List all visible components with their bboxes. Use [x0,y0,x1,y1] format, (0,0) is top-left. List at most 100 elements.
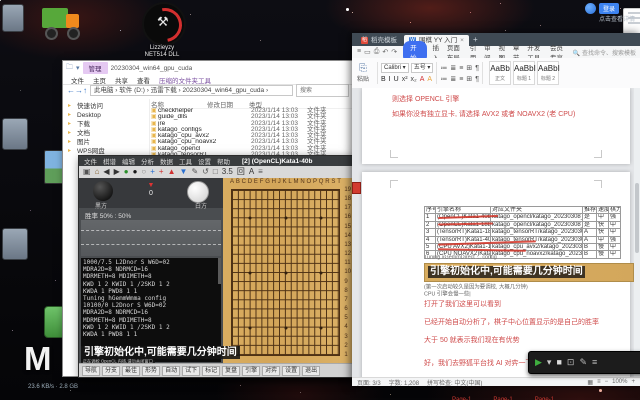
column-header[interactable]: 修改日期 [207,99,249,109]
go-bottom-button[interactable]: 标记 [202,365,221,376]
console-scrollbar[interactable] [218,258,221,284]
go-board[interactable]: ABCDEFGHJKLMNOPQRST 19 18 17 16 15 14 13 12 11 10… [223,178,353,364]
next-move-icon[interactable]: ▶ [114,168,120,176]
explorer-menu-item[interactable]: 查看 [137,75,150,85]
sidebar-item[interactable]: ▸ 图片 [63,138,149,147]
find-command-hint[interactable]: 🔍 查找命令、搜索模板 [573,48,636,57]
go-menu-item[interactable]: 数据 [160,156,173,166]
komi-icon[interactable]: 3.5 [222,168,233,176]
sidebar-item[interactable]: ▸ 快速访问 [63,102,149,111]
borders-icon[interactable]: ⊞ [466,64,472,73]
record-stop-button[interactable]: ■ [556,358,561,367]
up-red-icon[interactable]: ▲ [168,168,176,176]
document-scrollbar[interactable] [634,88,640,378]
up-icon[interactable]: ↑ [83,86,87,95]
style-item[interactable]: AaBbI 标题 1 [513,61,536,85]
back-icon[interactable]: ← [67,86,75,95]
search-input[interactable] [296,84,349,97]
explorer-menu-item[interactable]: 主页 [93,75,106,85]
go-bottom-button[interactable]: 形势 [142,365,161,376]
quick-access-toolbar-icon[interactable]: ▾ [76,64,80,72]
subscript-button[interactable]: x₂ [411,75,417,84]
record-menu-button[interactable]: ≡ [592,358,597,367]
go-menu-item[interactable]: 文件 [84,156,97,166]
go-menu-item[interactable]: 设置 [198,156,211,166]
view-mode-icon[interactable]: ▦ [587,379,593,386]
paragraph-mark-icon[interactable]: ¶ [475,64,479,73]
highlight-button[interactable]: A [427,75,432,84]
desktop-icon-lizzieyzy[interactable]: ⚒ [141,1,189,49]
go-bottom-button[interactable]: 设置 [282,365,301,376]
add-red-icon[interactable]: + [159,168,164,176]
home-icon[interactable]: ⌂ [95,168,100,176]
paste-button[interactable]: ⎘ 粘贴 [352,63,374,83]
go-menu-item[interactable]: 棋谱 [103,156,116,166]
desktop-icon-partial[interactable] [2,4,24,32]
record-play-button[interactable]: ▶ [535,358,542,367]
paragraph-mark-icon[interactable]: ¶ [475,75,479,84]
winrate-graph[interactable] [81,220,221,256]
print-icon[interactable]: ⎙ [374,48,380,56]
sidebar-item[interactable]: ▸ 下载 [63,120,149,129]
font-color-button[interactable]: A [420,75,425,84]
go-bottom-button[interactable]: 试下 [182,365,201,376]
font-name-select[interactable]: Calibri ▾ [381,62,409,73]
numbered-list-icon[interactable]: ≣ [450,64,456,73]
record-dropdown-button[interactable]: ▾ [547,358,552,367]
numbered-list-icon[interactable]: ≣ [450,75,456,84]
letter-icon[interactable]: A [249,168,254,176]
explorer-titlebar[interactable]: 🗀 ▾ 管理 20230304_win64_gpu_cuda [63,61,353,75]
board-grid[interactable] [231,189,340,356]
desktop-icon-3[interactable] [2,228,28,260]
doc-tab-templates[interactable]: 稻 稻壳模板 [356,35,402,46]
edit-icon[interactable]: ✎ [191,168,198,176]
undo-icon[interactable]: ↺ [202,168,209,176]
app-menu-icon[interactable]: ≡ [357,48,361,56]
underline-button[interactable]: U [394,75,399,84]
align-left-icon[interactable]: ≡ [459,75,463,84]
zoom-out-icon[interactable]: − [605,379,609,385]
contextual-tab-manage[interactable]: 管理 [82,62,108,74]
go-bottom-button[interactable]: 对弈 [262,365,281,376]
column-header[interactable]: 名称 [151,99,207,109]
go-bottom-button[interactable]: 引擎 [242,365,261,376]
bullet-list-icon[interactable]: ≔ [440,75,447,84]
forward-icon[interactable]: → [75,86,83,95]
prev-move-icon[interactable]: ◀ [103,168,109,176]
go-bottom-button[interactable]: 自动 [162,365,181,376]
down-blue-icon[interactable]: ▼ [180,168,188,176]
bullet-list-icon[interactable]: ≔ [440,64,447,73]
capture-area-button[interactable]: ⊡ [567,358,575,367]
go-menu-item[interactable]: 编辑 [122,156,135,166]
go-bottom-button[interactable]: 复盘 [222,365,241,376]
menu-icon[interactable]: ≡ [258,168,263,176]
black-stone-icon[interactable]: ● [133,168,138,176]
borders-icon[interactable]: ⊞ [466,75,472,84]
style-item[interactable]: AaBb 正文 [489,61,512,85]
scrollbar-thumb[interactable] [635,183,639,253]
desktop-icon-2[interactable] [2,118,28,150]
sidebar-item[interactable]: ▸ 文档 [63,129,149,138]
align-left-icon[interactable]: ≡ [459,64,463,73]
undo-icon[interactable]: ↶ [382,48,388,56]
redo-icon[interactable]: ↷ [391,48,397,56]
stop-icon[interactable]: □ [213,168,218,176]
superscript-button[interactable]: x² [402,75,408,84]
zoom-level[interactable]: 100% [612,379,627,385]
style-item[interactable]: AaBbI 标题 2 [537,61,560,85]
start-engine-icon[interactable]: ● [124,168,129,176]
document-area[interactable]: 则选择 OPENCL 引擎 如果你没有独立显卡, 请选择 AVX2 或者 NOA… [352,88,634,378]
board-icon[interactable]: ▣ [83,168,91,176]
save-icon[interactable]: ▭ [364,48,371,56]
go-menu-item[interactable]: 帮助 [217,156,230,166]
go-bottom-button[interactable]: 导航 [82,365,101,376]
explorer-menu-item[interactable]: 压缩的文件夹工具 [159,75,211,85]
go-menu-item[interactable]: 分析 [141,156,154,166]
explorer-menu-item[interactable]: 共享 [115,75,128,85]
enter-icon[interactable]: 回 [237,168,245,176]
go-bottom-button[interactable]: 最佳 [122,365,141,376]
go-menu-item[interactable]: 工具 [179,156,192,166]
white-stone-icon[interactable]: ○ [141,168,146,176]
sidebar-item[interactable]: ▸ Desktop [63,111,149,120]
font-size-select[interactable]: 五号 ▾ [410,62,434,73]
